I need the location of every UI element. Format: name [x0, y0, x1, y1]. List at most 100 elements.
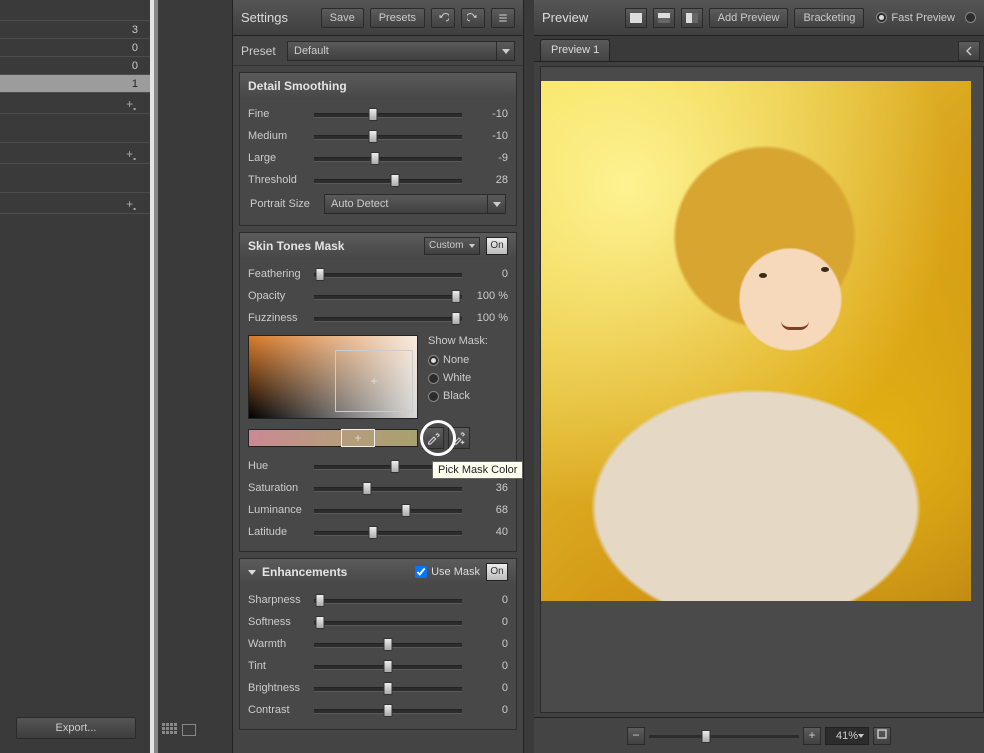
- swatch-strip[interactable]: +: [248, 429, 418, 447]
- single-view-icon[interactable]: [182, 724, 196, 736]
- fuzziness-slider[interactable]: [314, 311, 462, 325]
- warmth-slider[interactable]: [314, 637, 462, 651]
- count-row[interactable]: 0: [0, 56, 150, 74]
- preview-title: Preview: [542, 10, 619, 25]
- preset-label: Preset: [241, 44, 281, 58]
- save-button[interactable]: Save: [321, 8, 364, 28]
- latitude-slider[interactable]: [314, 525, 462, 539]
- feathering-label: Feathering: [248, 268, 310, 280]
- skin-preset-dropdown[interactable]: Custom: [424, 237, 480, 255]
- medium-label: Medium: [248, 130, 310, 142]
- thumbnail-strip: [158, 0, 232, 753]
- medium-value: -10: [466, 130, 508, 142]
- zoom-value-dropdown[interactable]: 41%: [825, 727, 869, 745]
- luminance-label: Luminance: [248, 504, 310, 516]
- section-title: Enhancements: [262, 565, 347, 579]
- show-mask-label: Show Mask:: [428, 335, 508, 347]
- preview-image: [541, 81, 971, 601]
- preview-header: Preview Add Preview Bracketing Fast Prev…: [534, 0, 984, 36]
- portrait-size-dropdown[interactable]: Auto Detect: [324, 194, 506, 214]
- feathering-slider[interactable]: [314, 267, 462, 281]
- section-title: Skin Tones Mask: [248, 239, 344, 253]
- eyedropper-button[interactable]: [422, 427, 444, 449]
- saturation-value: 36: [466, 482, 508, 494]
- other-preview-radio[interactable]: [965, 12, 976, 23]
- opacity-slider[interactable]: [314, 289, 462, 303]
- enh-on-toggle[interactable]: On: [486, 563, 508, 581]
- count-row[interactable]: 0: [0, 38, 150, 56]
- tint-slider[interactable]: [314, 659, 462, 673]
- sharpness-slider[interactable]: [314, 593, 462, 607]
- skin-tones-section: Skin Tones Mask Custom On Feathering 0 Op…: [239, 232, 517, 552]
- zoom-bar: − + 41%: [534, 717, 984, 753]
- enhancements-section: Enhancements Use Mask On Sharpness0 Soft…: [239, 558, 517, 730]
- fine-slider[interactable]: [314, 107, 462, 121]
- add-row-button[interactable]: +▪: [0, 142, 150, 164]
- brightness-label: Brightness: [248, 682, 310, 694]
- softness-label: Softness: [248, 616, 310, 628]
- zoom-out-button[interactable]: −: [627, 727, 645, 745]
- large-slider[interactable]: [314, 151, 462, 165]
- opacity-label: Opacity: [248, 290, 310, 302]
- mask-white-radio[interactable]: [428, 373, 439, 384]
- opacity-value: 100 %: [466, 290, 508, 302]
- presets-button[interactable]: Presets: [370, 8, 425, 28]
- view-split-h-button[interactable]: [653, 8, 675, 28]
- threshold-slider[interactable]: [314, 173, 462, 187]
- hue-label: Hue: [248, 460, 310, 472]
- settings-panel: Settings Save Presets Preset Default Det…: [232, 0, 524, 753]
- large-label: Large: [248, 152, 310, 164]
- panel-menu-button[interactable]: [491, 8, 515, 28]
- view-split-v-button[interactable]: [681, 8, 703, 28]
- fine-label: Fine: [248, 108, 310, 120]
- tint-label: Tint: [248, 660, 310, 672]
- latitude-label: Latitude: [248, 526, 310, 538]
- skin-on-toggle[interactable]: On: [486, 237, 508, 255]
- prev-image-button[interactable]: [958, 41, 980, 61]
- contrast-slider[interactable]: [314, 703, 462, 717]
- threshold-label: Threshold: [248, 174, 310, 186]
- fast-preview-radio[interactable]: [876, 12, 887, 23]
- redo-button[interactable]: [461, 8, 485, 28]
- portrait-size-label: Portrait Size: [250, 198, 318, 210]
- use-mask-checkbox[interactable]: Use Mask: [415, 566, 480, 578]
- luminance-value: 68: [466, 504, 508, 516]
- zoom-in-button[interactable]: +: [803, 727, 821, 745]
- mask-none-radio[interactable]: [428, 355, 439, 366]
- settings-title: Settings: [241, 10, 315, 25]
- color-gradient-picker[interactable]: +: [248, 335, 418, 419]
- add-row-button[interactable]: +▪: [0, 92, 150, 114]
- preview-tab-1[interactable]: Preview 1: [540, 39, 610, 61]
- add-row-button[interactable]: +▪: [0, 192, 150, 214]
- medium-slider[interactable]: [314, 129, 462, 143]
- preview-canvas[interactable]: [540, 66, 984, 713]
- mask-black-radio[interactable]: [428, 391, 439, 402]
- detail-smoothing-section: Detail Smoothing Fine-10 Medium-10 Large…: [239, 72, 517, 226]
- zoom-slider[interactable]: [649, 729, 799, 743]
- undo-button[interactable]: [431, 8, 455, 28]
- add-preview-button[interactable]: Add Preview: [709, 8, 789, 28]
- fuzziness-label: Fuzziness: [248, 312, 310, 324]
- export-button[interactable]: Export...: [16, 717, 136, 739]
- preset-dropdown[interactable]: Default: [287, 41, 515, 61]
- brightness-slider[interactable]: [314, 681, 462, 695]
- eyedropper-add-button[interactable]: [448, 427, 470, 449]
- fast-preview-label: Fast Preview: [891, 12, 955, 24]
- threshold-value: 28: [466, 174, 508, 186]
- saturation-slider[interactable]: [314, 481, 462, 495]
- fine-value: -10: [466, 108, 508, 120]
- bracketing-button[interactable]: Bracketing: [794, 8, 864, 28]
- pick-mask-color-tooltip: Pick Mask Color: [432, 461, 523, 479]
- settings-header: Settings Save Presets: [233, 0, 523, 36]
- luminance-slider[interactable]: [314, 503, 462, 517]
- feathering-value: 0: [466, 268, 508, 280]
- zoom-fit-button[interactable]: [873, 727, 891, 745]
- grid-view-icon[interactable]: [162, 723, 178, 737]
- count-row-selected[interactable]: 1: [0, 74, 150, 92]
- left-sidebar: 3 0 0 1 +▪ +▪ +▪ Export...: [0, 0, 150, 753]
- softness-slider[interactable]: [314, 615, 462, 629]
- view-single-button[interactable]: [625, 8, 647, 28]
- collapse-caret-icon[interactable]: [248, 570, 256, 575]
- latitude-value: 40: [466, 526, 508, 538]
- count-row[interactable]: 3: [0, 20, 150, 38]
